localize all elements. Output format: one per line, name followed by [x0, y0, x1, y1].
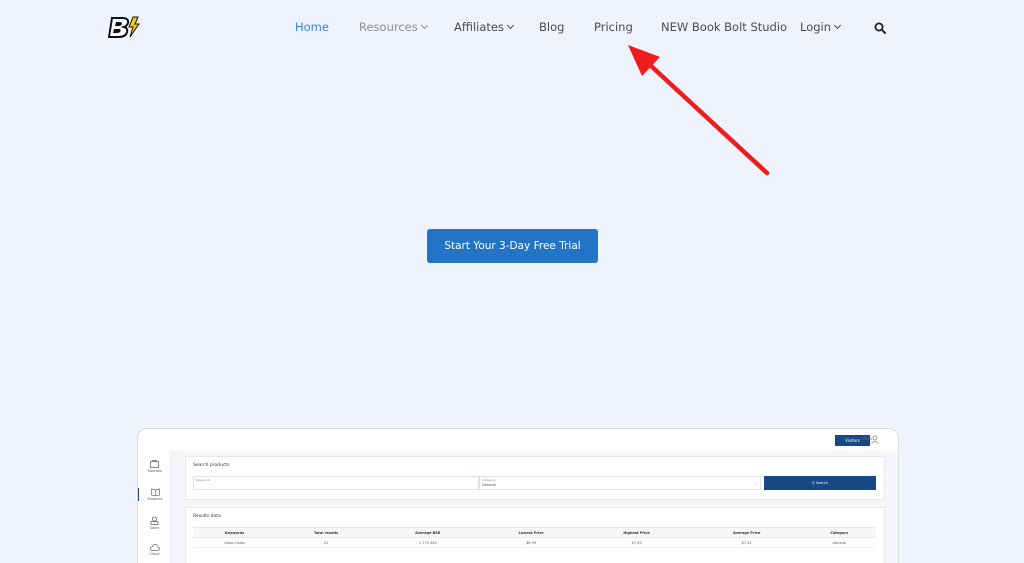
nav-book-bolt-studio[interactable]: NEW Book Bolt Studio	[661, 18, 787, 36]
results-data-title: Results data	[193, 514, 221, 519]
dashboard-preview: Visitors Admin Tutorials Products Sales …	[137, 428, 899, 563]
preview-sidebar-products: Products	[138, 488, 171, 501]
nav-home[interactable]: Home	[295, 18, 329, 36]
tutorials-icon	[150, 460, 159, 468]
col-keywords: Keywords	[193, 527, 277, 538]
preview-sidebar-label: Cloud	[149, 552, 160, 556]
category-label: Category	[482, 478, 496, 482]
results-table: Keywords Total results Average BSR Lowes…	[193, 527, 876, 548]
table-row[interactable]: Glass Holes 21 1 775 440 $6.99 $7.95 $7.…	[193, 537, 876, 548]
main-nav: Home Resources Affiliates Blog Pricing N…	[0, 18, 1024, 36]
col-average-price: Average Price	[690, 527, 803, 538]
search-products-title: Search products	[193, 463, 230, 468]
keywords-label: Keywords	[196, 478, 211, 482]
preview-sidebar-tutorials: Tutorials	[138, 460, 171, 473]
col-highest-price: Highest Price	[582, 527, 691, 538]
preview-sidebar-label: Sales	[149, 526, 160, 530]
cell: $7.22	[690, 537, 803, 548]
nav-login-label: Login	[800, 20, 832, 34]
nav-affiliates[interactable]: Affiliates	[454, 18, 515, 36]
cell: 1 775 440	[376, 537, 480, 548]
results-data-card: Results data Keywords Total results Aver…	[185, 507, 885, 563]
preview-main: Search products Keywords Category Genera…	[171, 451, 898, 563]
col-category: Category	[802, 527, 876, 538]
preview-sidebar-label: Products	[147, 497, 163, 501]
cloud-icon	[149, 544, 160, 551]
nav-affiliates-label: Affiliates	[454, 20, 504, 34]
nav-pricing[interactable]: Pricing	[594, 18, 633, 36]
sales-icon	[150, 516, 159, 525]
category-select[interactable]: Category General ›	[479, 476, 761, 490]
preview-sidebar-cloud: Cloud	[138, 544, 171, 556]
search-products-card: Search products Keywords Category Genera…	[185, 456, 885, 500]
preview-topbar: Visitors Admin	[138, 429, 898, 451]
cell: Glass Holes	[193, 537, 277, 548]
start-free-trial-button[interactable]: Start Your 3-Day Free Trial	[427, 229, 598, 263]
col-lowest-price: Lowest Price	[479, 527, 583, 538]
preview-sidebar-sales: Sales	[138, 516, 171, 530]
nav-resources-label: Resources	[359, 20, 418, 34]
chevron-down-icon	[833, 21, 842, 30]
table-header-row: Keywords Total results Average BSR Lowes…	[193, 527, 876, 538]
chevron-down-icon	[506, 21, 515, 30]
user-icon	[871, 435, 879, 444]
preview-sidebar-label: Tutorials	[147, 469, 162, 473]
chevron-down-icon	[420, 21, 428, 30]
cell: 21	[276, 537, 377, 548]
col-total-results: Total results	[276, 527, 377, 538]
keywords-input[interactable]: Keywords	[193, 476, 479, 490]
nav-blog[interactable]: Blog	[539, 18, 564, 36]
nav-resources[interactable]: Resources	[359, 18, 428, 36]
search-icon[interactable]	[874, 22, 886, 34]
nav-login[interactable]: Login	[800, 18, 842, 36]
book-icon	[150, 488, 160, 496]
preview-search-label: Search	[815, 481, 828, 485]
preview-search-button[interactable]: ⚲ Search	[764, 476, 876, 490]
cell: $6.99	[479, 537, 583, 548]
cell: General	[802, 537, 876, 548]
category-value: General	[482, 483, 496, 487]
cell: $7.95	[582, 537, 691, 548]
preview-sidebar: Tutorials Products Sales Cloud	[138, 451, 171, 563]
col-average-bsr: Average BSR	[376, 527, 480, 538]
chevron-right-icon: ›	[755, 481, 757, 486]
